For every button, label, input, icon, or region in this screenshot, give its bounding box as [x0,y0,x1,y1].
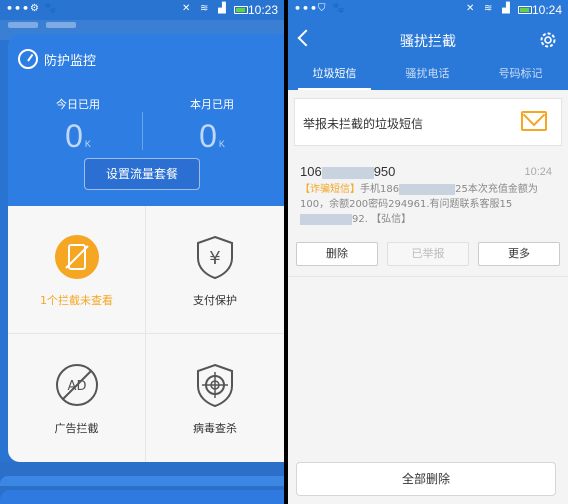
month-usage-value: 0 [199,118,217,154]
feature-grid: 1个拦截未查看 ¥ 支付保护 AD 广告拦截 病毒查杀 [8,206,284,462]
tab-spam-sms[interactable]: 垃圾短信 [288,60,381,90]
message-body: 【诈骗短信】手机186 25本次充值金额为100，余额200密码294961.有问… [300,182,548,227]
delete-all-button[interactable]: 全部删除 [296,462,556,496]
message-sender: 106 950 [300,164,395,179]
card-title: 防护监控 [44,54,97,69]
status-bar: ••• ⛉ 🐾 ✕ ≋ ▟ 10:24 [288,0,568,20]
shield-notification-icon: ⛉ [318,3,326,14]
battery-icon [518,6,532,14]
report-spam-banner[interactable]: 举报未拦截的垃圾短信 [294,98,562,146]
svg-text:¥: ¥ [209,248,220,269]
redacted-block [300,213,352,225]
notification-icon: ⚙ [30,3,39,14]
today-usage: 今日已用 0K [12,96,144,155]
ad-block-tile[interactable]: AD 广告拦截 [8,334,146,462]
notification-dots-icon: ••• [294,2,319,15]
blocked-unviewed-tile[interactable]: 1个拦截未查看 [8,206,146,334]
wifi-icon: ≋ [484,3,493,14]
today-usage-unit: K [84,139,91,149]
tab-number-marking[interactable]: 号码标记 [474,60,567,90]
signal-icon: ▟ [502,3,510,14]
payment-protection-label: 支付保护 [193,294,237,307]
mail-icon [521,111,547,131]
month-usage-label: 本月已用 [190,98,234,111]
month-usage-unit: K [218,139,225,149]
yen-shield-icon: ¥ [197,235,233,280]
payment-protection-tile[interactable]: ¥ 支付保护 [146,206,284,334]
usage-divider [142,112,143,150]
sender-prefix: 106 [300,164,322,179]
clock: 10:23 [247,3,278,17]
notification-dots-icon: ••• [6,2,31,15]
tab-bar: 垃圾短信 骚扰电话 号码标记 [288,60,568,90]
message-text-3: 92. 【弘信】 [352,214,412,225]
page-title: 骚扰拦截 [400,34,456,50]
today-usage-value: 0 [65,118,83,154]
cat-icon: 🐾 [44,3,57,14]
delete-button[interactable]: 删除 [296,242,378,266]
virus-scan-tile[interactable]: 病毒查杀 [146,334,284,462]
mute-icon: ✕ [182,3,191,14]
blocked-unviewed-label: 1个拦截未查看 [40,294,113,307]
fraud-tag: 【诈骗短信】 [300,184,360,195]
message-time: 10:24 [524,166,552,178]
virus-scan-label: 病毒查杀 [193,422,237,435]
app-header: 骚扰拦截 [288,20,568,60]
redacted-block [321,166,374,179]
sender-suffix: 950 [373,164,396,179]
month-usage: 本月已用 0K [146,96,278,155]
clock: 10:24 [531,3,562,17]
reported-button[interactable]: 已举报 [387,242,469,266]
gauge-icon [18,49,38,69]
left-screen: ••• ⚙ 🐾 ✕ ≋ ▟ 10:23 防护监控 今日已用 0K 本月已用 0K [0,0,284,504]
status-bar: ••• ⚙ 🐾 ✕ ≋ ▟ 10:23 [0,0,284,20]
cat-icon: 🐾 [332,3,345,14]
divider [288,276,568,277]
tab-harassment-calls[interactable]: 骚扰电话 [381,60,474,90]
ad-block-icon: AD [56,364,98,406]
mute-icon: ✕ [466,3,475,14]
virus-scan-icon [197,363,233,408]
redacted-block [399,183,456,195]
battery-icon [234,6,248,14]
stacked-cards-background [0,462,284,504]
gear-icon[interactable] [538,30,558,50]
card-header: 防护监控 [8,34,284,82]
message-text-1: 手机186 [360,184,400,195]
set-data-plan-button[interactable]: 设置流量套餐 [84,158,200,190]
message-actions: 删除 已举报 更多 [296,242,560,266]
wifi-icon: ≋ [200,3,209,14]
today-usage-label: 今日已用 [56,98,100,111]
signal-icon: ▟ [218,3,226,14]
more-button[interactable]: 更多 [478,242,560,266]
protection-card: 防护监控 今日已用 0K 本月已用 0K 设置流量套餐 1个拦截未查看 ¥ 支付… [8,34,284,462]
ad-block-label: 广告拦截 [54,422,99,435]
report-spam-text: 举报未拦截的垃圾短信 [303,117,424,131]
blocked-phone-icon [55,235,99,279]
right-screen: ••• ⛉ 🐾 ✕ ≋ ▟ 10:24 骚扰拦截 垃圾短信 骚扰电话 号码标记 … [288,0,568,504]
